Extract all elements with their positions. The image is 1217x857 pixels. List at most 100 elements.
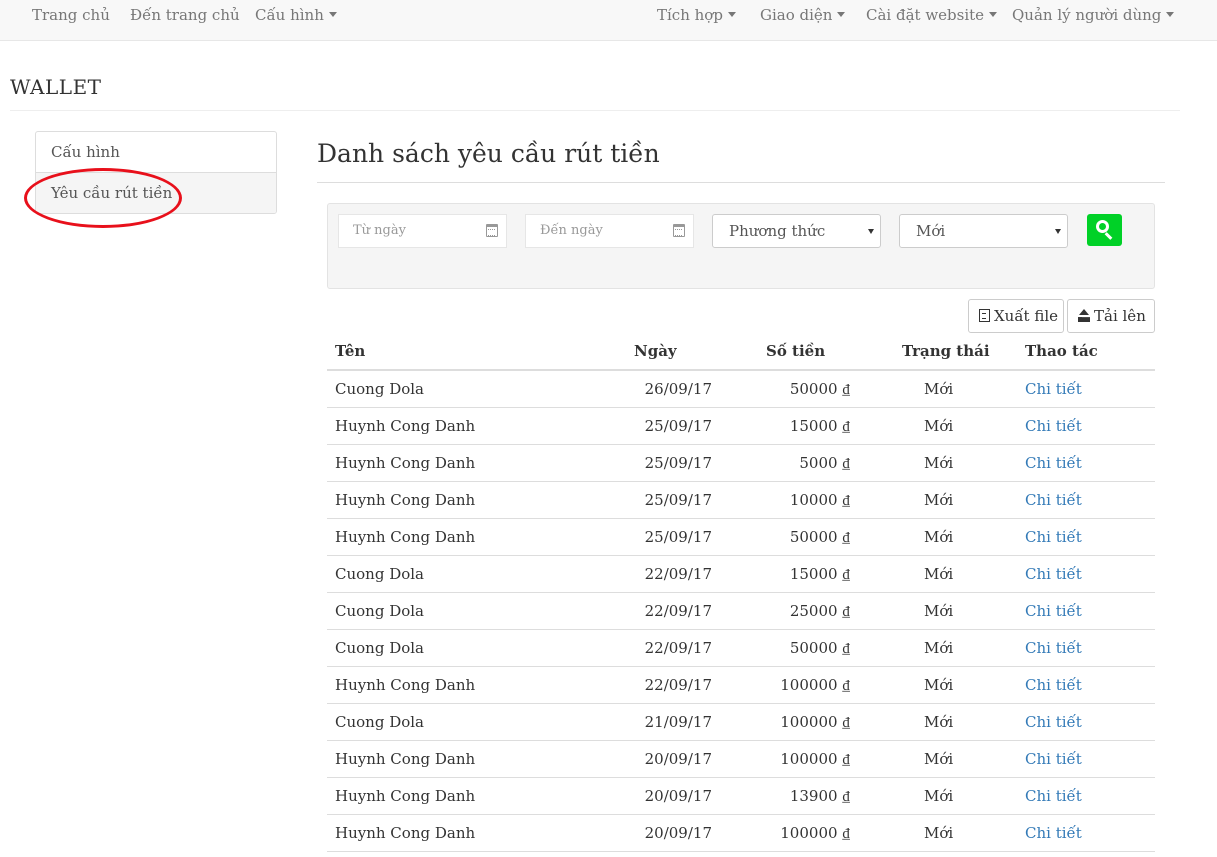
status-select-value: Mới — [916, 222, 946, 240]
cell-status: Mới — [924, 565, 954, 583]
table-row: Huynh Cong Danh 25/09/17 50000 ₫ Mới Chi tiế… — [327, 519, 1155, 556]
detail-link[interactable]: Chi tiết — [1025, 676, 1082, 694]
detail-link[interactable]: Chi tiết — [1025, 380, 1082, 398]
nav-home-label: Trang chủ — [32, 6, 110, 24]
cell-status: Mới — [924, 750, 954, 768]
cell-amount: 100000 ₫ — [780, 676, 850, 694]
cell-name: Huynh Cong Danh — [335, 454, 476, 472]
method-select[interactable]: Phương thức — [712, 214, 881, 248]
nav-website-settings-label: Cài đặt website — [866, 6, 985, 24]
nav-config-label: Cấu hình — [255, 6, 324, 24]
cell-date: 25/09/17 — [644, 491, 712, 509]
cell-date: 21/09/17 — [644, 713, 712, 731]
app-title: WALLET — [10, 75, 102, 99]
cell-date: 26/09/17 — [644, 380, 712, 398]
search-icon — [1096, 220, 1109, 233]
detail-link[interactable]: Chi tiết — [1025, 639, 1082, 657]
cell-name: Cuong Dola — [335, 380, 424, 398]
cell-amount: 15000 ₫ — [789, 417, 850, 435]
cell-date: 22/09/17 — [644, 565, 712, 583]
nav-user-management-dropdown[interactable]: Quản lý người dùng — [1012, 6, 1175, 24]
search-button[interactable] — [1087, 214, 1122, 246]
cell-status: Mới — [924, 491, 954, 509]
nav-integration-dropdown[interactable]: Tích hợp — [657, 6, 736, 24]
sidebar-item-config[interactable]: Cấu hình — [36, 132, 276, 173]
export-file-label: Xuất file — [994, 307, 1059, 325]
sidebar-item-label: Yêu cầu rút tiền — [51, 184, 173, 202]
select-arrow-icon — [1055, 229, 1061, 234]
from-date-placeholder: Từ ngày — [353, 223, 406, 238]
cell-amount: 100000 ₫ — [780, 713, 850, 731]
cell-status: Mới — [924, 454, 954, 472]
cell-status: Mới — [924, 602, 954, 620]
status-select[interactable]: Mới — [899, 214, 1068, 248]
cell-amount: 50000 ₫ — [789, 639, 850, 657]
caret-down-icon — [989, 12, 998, 17]
caret-down-icon — [727, 12, 736, 17]
detail-link[interactable]: Chi tiết — [1025, 824, 1082, 842]
col-header-action: Thao tác — [1025, 342, 1098, 360]
table-row: Cuong Dola 22/09/17 50000 ₫ Mới Chi tiết — [327, 630, 1155, 667]
cell-date: 20/09/17 — [644, 787, 712, 805]
nav-config-dropdown[interactable]: Cấu hình — [255, 6, 337, 24]
cell-amount: 50000 ₫ — [789, 528, 850, 546]
detail-link[interactable]: Chi tiết — [1025, 491, 1082, 509]
detail-link[interactable]: Chi tiết — [1025, 713, 1082, 731]
detail-link[interactable]: Chi tiết — [1025, 417, 1082, 435]
detail-link[interactable]: Chi tiết — [1025, 787, 1082, 805]
cell-amount: 5000 ₫ — [799, 454, 850, 472]
cell-amount: 100000 ₫ — [780, 824, 850, 842]
cell-date: 25/09/17 — [644, 528, 712, 546]
detail-link[interactable]: Chi tiết — [1025, 602, 1082, 620]
select-arrow-icon — [868, 229, 874, 234]
table-row: Cuong Dola 26/09/17 50000 ₫ Mới Chi tiết — [327, 371, 1155, 408]
nav-theme-dropdown[interactable]: Giao diện — [760, 6, 846, 24]
top-navbar: Trang chủ Đến trang chủ Cấu hình Tích hợ… — [0, 0, 1217, 41]
caret-down-icon — [1166, 12, 1175, 17]
cell-amount: 13900 ₫ — [789, 787, 850, 805]
upload-button[interactable]: Tải lên — [1067, 299, 1155, 333]
cell-name: Huynh Cong Danh — [335, 824, 476, 842]
sidebar-item-withdrawal-requests[interactable]: Yêu cầu rút tiền — [36, 173, 276, 213]
cell-name: Cuong Dola — [335, 565, 424, 583]
calendar-icon[interactable] — [486, 224, 498, 237]
table-header: Tên Ngày Số tiền Trạng thái Thao tác — [327, 333, 1155, 371]
cell-status: Mới — [924, 380, 954, 398]
cell-date: 25/09/17 — [644, 454, 712, 472]
cell-amount: 100000 ₫ — [780, 750, 850, 768]
method-select-value: Phương thức — [729, 222, 826, 240]
caret-down-icon — [837, 12, 846, 17]
to-date-input[interactable]: Đến ngày — [525, 214, 694, 248]
cell-name: Cuong Dola — [335, 713, 424, 731]
cell-name: Cuong Dola — [335, 602, 424, 620]
nav-go-home[interactable]: Đến trang chủ — [130, 6, 240, 24]
cell-status: Mới — [924, 824, 954, 842]
cell-date: 20/09/17 — [644, 750, 712, 768]
calendar-icon[interactable] — [673, 224, 685, 237]
detail-link[interactable]: Chi tiết — [1025, 565, 1082, 583]
table-row: Huynh Cong Danh 25/09/17 10000 ₫ Mới Chi tiế… — [327, 482, 1155, 519]
export-file-button[interactable]: Xuất file — [968, 299, 1064, 333]
cell-name: Cuong Dola — [335, 639, 424, 657]
cell-status: Mới — [924, 713, 954, 731]
cell-status: Mới — [924, 639, 954, 657]
cell-name: Huynh Cong Danh — [335, 417, 476, 435]
cell-status: Mới — [924, 528, 954, 546]
cell-amount: 10000 ₫ — [789, 491, 850, 509]
detail-link[interactable]: Chi tiết — [1025, 750, 1082, 768]
cell-status: Mới — [924, 787, 954, 805]
nav-home[interactable]: Trang chủ — [32, 6, 110, 24]
detail-link[interactable]: Chi tiết — [1025, 528, 1082, 546]
nav-website-settings-dropdown[interactable]: Cài đặt website — [866, 6, 998, 24]
nav-user-management-label: Quản lý người dùng — [1012, 6, 1162, 24]
table-row: Huynh Cong Danh 22/09/17 100000 ₫ Mới Chi ti… — [327, 667, 1155, 704]
cell-date: 22/09/17 — [644, 639, 712, 657]
col-header-name: Tên — [335, 342, 366, 360]
table-row: Cuong Dola 22/09/17 25000 ₫ Mới Chi tiết — [327, 593, 1155, 630]
detail-link[interactable]: Chi tiết — [1025, 454, 1082, 472]
cell-amount: 15000 ₫ — [789, 565, 850, 583]
col-header-date: Ngày — [634, 342, 677, 360]
from-date-input[interactable]: Từ ngày — [338, 214, 507, 248]
sidebar: Cấu hình Yêu cầu rút tiền — [35, 131, 277, 214]
caret-down-icon — [328, 12, 337, 17]
